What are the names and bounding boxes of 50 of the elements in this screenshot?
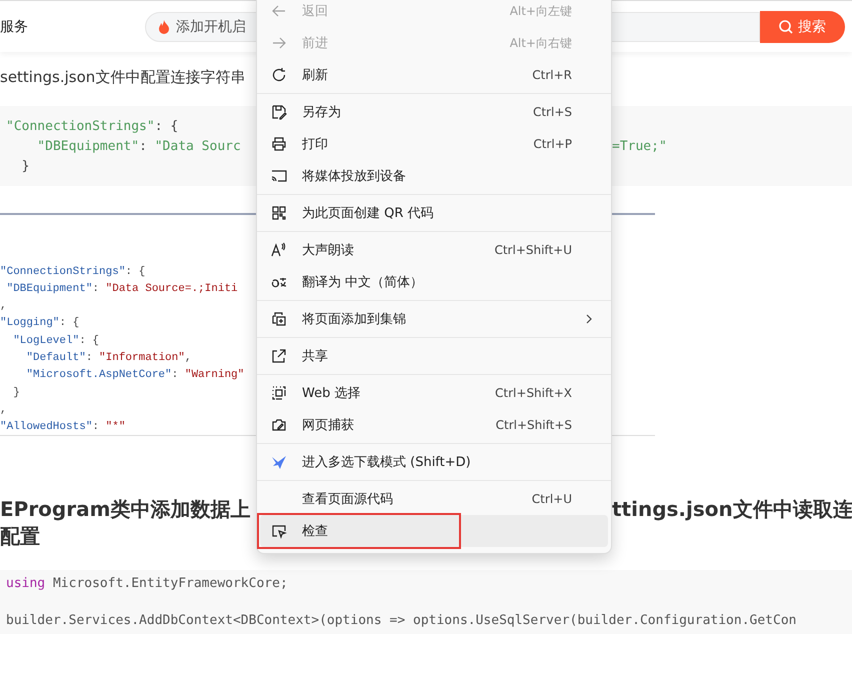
- qr-code-icon: [271, 205, 287, 221]
- back-arrow-icon: [271, 3, 287, 19]
- menu-item[interactable]: 网页捕获 Ctrl+Shift+S: [260, 409, 608, 441]
- cast-icon: [271, 168, 287, 184]
- refresh-icon: [271, 67, 287, 83]
- code-line: "Logging": {: [0, 317, 80, 330]
- menu-item[interactable]: 翻译为 中文（简体）: [260, 266, 608, 298]
- flame-icon: [158, 20, 170, 34]
- camera-capture-icon: [271, 417, 287, 433]
- code-line: }: [12, 386, 20, 399]
- code-line: "Microsoft.AspNetCore": "Warning": [25, 369, 244, 382]
- menu-item[interactable]: 为此页面创建 QR 代码: [260, 197, 608, 229]
- menu-item[interactable]: 查看页面源代码 Ctrl+U: [260, 483, 608, 515]
- section-heading: settings.json文件中配置连接字符串: [0, 68, 246, 87]
- code-line: }: [20, 158, 30, 174]
- save-icon: [271, 104, 287, 120]
- code-line: using Microsoft.EntityFrameworkCore;: [6, 576, 288, 591]
- add-collection-icon: [271, 311, 287, 327]
- code-line: =True;": [612, 138, 667, 154]
- menu-item[interactable]: Web 选择 Ctrl+Shift+X: [260, 377, 608, 409]
- menu-item[interactable]: 将页面添加到集锦: [260, 303, 608, 335]
- section-heading: EProgram类中添加数据上: [0, 496, 250, 523]
- menu-item[interactable]: 将媒体投放到设备: [260, 160, 608, 192]
- code-line: "DBEquipment": "Data Source=.;Initi: [6, 282, 238, 295]
- code-line: "ConnectionStrings": {: [6, 118, 178, 134]
- code-line: "Default": "Information",: [25, 352, 192, 364]
- web-select-icon: [271, 385, 287, 401]
- code-line: ,: [0, 404, 7, 416]
- menu-item[interactable]: 进入多选下载模式 (Shift+D): [260, 446, 608, 478]
- forward-arrow-icon: [271, 35, 287, 51]
- code-line: "LogLevel": {: [12, 334, 100, 347]
- share-icon: [271, 348, 287, 364]
- section-heading: 配置: [0, 524, 40, 548]
- menu-item[interactable]: 共享: [260, 340, 608, 372]
- code-line: "AllowedHosts": "*": [0, 421, 126, 434]
- code-line: "ConnectionStrings": {: [0, 266, 146, 278]
- site-nav-text[interactable]: 服务: [0, 18, 145, 36]
- menu-item[interactable]: 大声朗读 Ctrl+Shift+U: [260, 234, 608, 266]
- printer-icon: [271, 136, 287, 152]
- menu-item[interactable]: 刷新 Ctrl+R: [260, 59, 608, 91]
- menu-item[interactable]: 打印 Ctrl+P: [260, 128, 608, 160]
- menu-item[interactable]: 另存为 Ctrl+S: [260, 96, 608, 128]
- code-line: builder.Services.AddDbContext<DBContext>(options => options.UseSqlServer(builder.Configuration.GetCon: [6, 613, 796, 628]
- read-aloud-icon: [271, 242, 287, 258]
- code-line: ,: [0, 300, 7, 312]
- inspect-icon: [271, 523, 287, 539]
- code-line: "DBEquipment": "Data Sourc: [36, 138, 241, 154]
- search-icon: [779, 20, 793, 34]
- bird-icon: [271, 454, 287, 470]
- menu-item[interactable]: 检查: [260, 515, 608, 547]
